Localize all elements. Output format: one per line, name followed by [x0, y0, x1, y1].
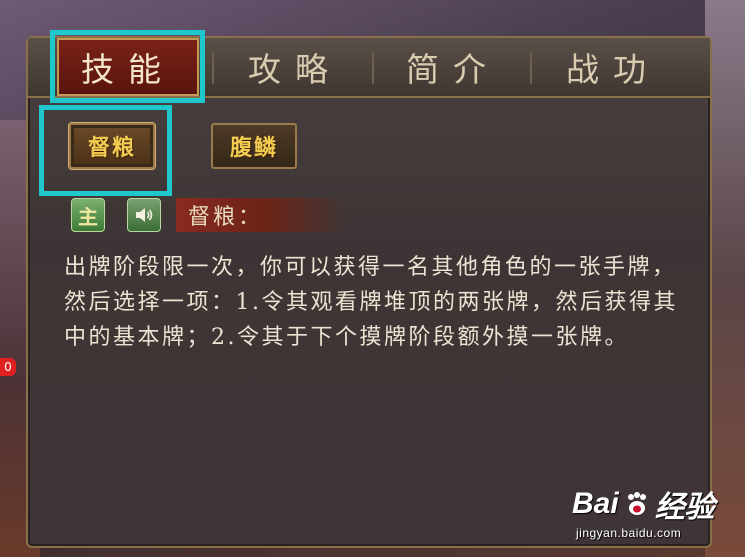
tab-divider	[212, 52, 214, 84]
tab-divider	[530, 52, 532, 84]
paw-icon	[623, 490, 651, 518]
skill-name-label: 督粮：	[176, 198, 346, 232]
tab-strategy[interactable]: 攻略	[220, 38, 370, 96]
baidu-jingyan-watermark: Bai 经验 jingyan.baidu.com	[572, 482, 715, 540]
notification-badge: 0	[0, 358, 16, 376]
skill-button-fulin[interactable]: 腹鳞	[211, 123, 297, 169]
skill-highlight-frame	[39, 105, 172, 196]
watermark-logo-left: Bai	[572, 487, 619, 520]
main-skill-tag: 主	[71, 198, 105, 232]
tab-achievements[interactable]: 战功	[538, 38, 688, 96]
skill-description: 出牌阶段限一次，你可以获得一名其他角色的一张手牌，然后选择一项：1.令其观看牌堆…	[64, 255, 678, 350]
watermark-logo-right: 经验	[654, 491, 715, 524]
tab-intro[interactable]: 简介	[378, 38, 528, 96]
watermark-url: jingyan.baidu.com	[576, 526, 682, 540]
speaker-icon[interactable]	[127, 198, 161, 232]
tab-divider	[372, 52, 374, 84]
tab-highlight-frame	[50, 30, 205, 103]
